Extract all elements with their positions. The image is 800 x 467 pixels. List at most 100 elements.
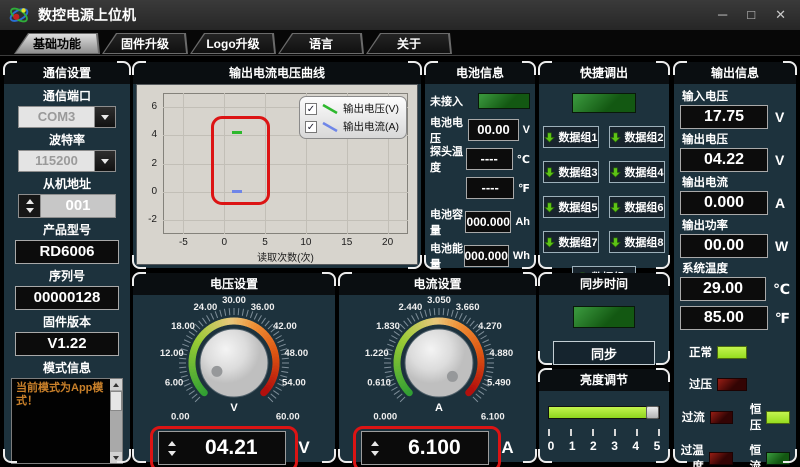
gridline — [163, 164, 408, 165]
data-group-7-button[interactable]: 数据组7 — [543, 231, 599, 253]
input-voltage-label: 输入电压 — [682, 88, 790, 104]
data-group-5-button[interactable]: 数据组5 — [543, 196, 599, 218]
panel-current-set: 电流设置 0.0000.6101.2201.8302.4403.0503.660… — [339, 273, 536, 462]
status-overtemp-indicator — [709, 452, 733, 465]
output-row: 85.00 ℉ — [680, 306, 790, 330]
svg-text:0.000: 0.000 — [373, 412, 397, 423]
stepper-arrows-icon[interactable] — [159, 441, 185, 456]
scrollbar-thumb[interactable] — [110, 391, 122, 411]
mode-info-label: 模式信息 — [43, 359, 91, 376]
x-axis-title: 读取次数(次) — [163, 249, 408, 264]
battery-row: 电池容量 000.000 Ah — [430, 211, 530, 233]
slave-address-stepper[interactable]: 001 — [18, 194, 116, 218]
battery-capacity-label: 电池容量 — [430, 206, 465, 238]
stepper-arrows-icon[interactable] — [19, 195, 41, 217]
brightness-slider[interactable] — [548, 406, 660, 419]
output-power-label: 输出功率 — [682, 217, 790, 233]
x-tick-label: -5 — [168, 237, 198, 248]
data-group-3-button[interactable]: 数据组3 — [543, 161, 599, 183]
panel-title: 同步时间 — [539, 273, 669, 295]
baud-rate-label: 波特率 — [49, 131, 85, 148]
tab-bar: 基础功能 固件升级 Logo升级 语言 关于 — [0, 30, 800, 56]
panel-voltage-set: 电压设置 0.006.0012.0018.0024.0030.0036.0042… — [133, 273, 335, 462]
product-model-value: RD6006 — [15, 240, 119, 264]
panel-battery-info: 电池信息 未接入 电池电压 00.00 V 探头温度 ---- ℃ ---- ℉ — [425, 62, 535, 268]
download-arrow-icon — [610, 202, 621, 213]
tab-language[interactable]: 语言 — [278, 33, 364, 54]
voltage-spinner[interactable]: 04.21 — [158, 431, 286, 465]
maximize-button[interactable]: □ — [747, 0, 755, 30]
tab-firmware-upgrade[interactable]: 固件升级 — [102, 33, 188, 54]
y-tick-label: 2 — [137, 158, 157, 169]
svg-text:36.00: 36.00 — [251, 302, 275, 313]
scroll-up-icon[interactable] — [110, 379, 122, 390]
system-temp-f-value: 85.00 — [680, 306, 768, 330]
legend-checkbox-voltage[interactable]: ✓ — [305, 103, 317, 115]
svg-text:V: V — [230, 402, 238, 414]
panel-title: 输出电流电压曲线 — [133, 62, 421, 84]
output-row: 输出电流 0.000A — [680, 174, 790, 215]
data-group-8-button[interactable]: 数据组8 — [609, 231, 665, 253]
x-tick-label: 5 — [250, 237, 280, 248]
status-normal-label: 正常 — [680, 344, 712, 360]
baud-rate-dropdown[interactable]: 115200 — [18, 150, 116, 172]
chevron-down-icon[interactable] — [94, 107, 115, 127]
output-current-label: 输出电流 — [682, 174, 790, 190]
product-model-label: 产品型号 — [43, 221, 91, 238]
tab-about[interactable]: 关于 — [366, 33, 452, 54]
legend-checkbox-current[interactable]: ✓ — [305, 121, 317, 133]
unit-label: V — [775, 152, 784, 168]
current-line-icon — [321, 121, 339, 133]
panel-output-curve: 输出电流电压曲线 ✓ 输出电压(V) ✓ 输出电流(A) -505101520-… — [133, 62, 421, 268]
voltage-set-value: 04.21 — [185, 436, 285, 460]
close-window-button[interactable]: ✕ — [775, 0, 786, 30]
current-spinner[interactable]: 6.100 — [361, 431, 489, 465]
gridline — [163, 220, 408, 221]
data-group-1-button[interactable]: 数据组1 — [543, 126, 599, 148]
x-tick-label: 20 — [373, 237, 403, 248]
app-window: 数控电源上位机 ─ □ ✕ 基础功能 固件升级 Logo升级 语言 关于 通信设… — [0, 0, 800, 467]
battery-voltage-label: 电池电压 — [430, 114, 468, 146]
stepper-arrows-icon[interactable] — [362, 441, 388, 456]
baud-rate-value: 115200 — [19, 151, 94, 171]
unit-label: ℉ — [775, 310, 790, 327]
panel-title: 快捷调出 — [539, 62, 669, 84]
panel-title: 电池信息 — [425, 62, 535, 84]
current-knob[interactable]: 0.0000.6101.2201.8302.4403.0503.6604.270… — [339, 295, 536, 429]
output-voltage-value: 04.22 — [680, 148, 768, 172]
comm-port-dropdown[interactable]: COM3 — [18, 106, 116, 128]
app-logo-icon — [8, 4, 30, 26]
tab-basic-functions[interactable]: 基础功能 — [14, 33, 100, 54]
unit-label: ℃ — [773, 281, 790, 298]
slider-handle[interactable] — [646, 406, 659, 419]
download-arrow-icon — [610, 167, 621, 178]
status-overvoltage-label: 过压 — [680, 376, 712, 392]
x-tick-label: 10 — [291, 237, 321, 248]
download-arrow-icon — [544, 132, 555, 143]
scroll-down-icon[interactable] — [110, 452, 122, 463]
status-overcurrent-indicator — [710, 411, 734, 424]
scrollbar[interactable] — [110, 379, 122, 463]
svg-text:3.660: 3.660 — [456, 302, 480, 313]
battery-row: 电池能量 000.000 Wh — [430, 245, 530, 267]
output-voltage-label: 输出电压 — [682, 131, 790, 147]
unit-label: A — [501, 438, 513, 458]
voltage-knob[interactable]: 0.006.0012.0018.0024.0030.0036.0042.0048… — [134, 295, 334, 429]
battery-row: 电池电压 00.00 V — [430, 119, 530, 141]
system-temp-c-value: 29.00 — [680, 277, 766, 301]
svg-text:60.00: 60.00 — [276, 412, 300, 423]
chevron-down-icon[interactable] — [94, 151, 115, 171]
slider-scale: 012345 — [546, 439, 662, 453]
data-group-4-button[interactable]: 数据组4 — [609, 161, 665, 183]
svg-text:48.00: 48.00 — [284, 348, 308, 359]
sync-button[interactable]: 同步 — [553, 341, 655, 365]
output-current-value: 0.000 — [680, 191, 768, 215]
panel-brightness: 亮度调节 012345 — [539, 369, 669, 462]
svg-text:1.830: 1.830 — [376, 321, 400, 332]
data-group-6-button[interactable]: 数据组6 — [609, 196, 665, 218]
panel-title: 亮度调节 — [539, 369, 669, 391]
panel-quick-recall: 快捷调出 数据组1 数据组2 数据组3 数据组4 数据组5 数据组6 数据组7 … — [539, 62, 669, 268]
tab-logo-upgrade[interactable]: Logo升级 — [190, 33, 276, 54]
data-group-2-button[interactable]: 数据组2 — [609, 126, 665, 148]
minimize-button[interactable]: ─ — [718, 0, 727, 30]
